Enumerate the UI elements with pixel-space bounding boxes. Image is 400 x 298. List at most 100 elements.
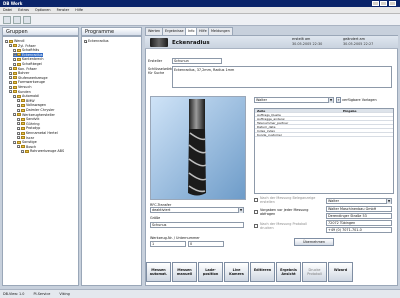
- menu-item-hilfe[interactable]: Hilfe: [75, 8, 83, 12]
- expand-icon[interactable]: −: [9, 76, 13, 80]
- tree-item[interactable]: − Kunden: [9, 90, 31, 94]
- expand-icon[interactable]: −: [13, 140, 17, 144]
- creator-field[interactable]: Schunun: [172, 58, 222, 64]
- created-label: erstellt am: [292, 37, 311, 41]
- tree-item[interactable]: − Sonstige: [13, 140, 37, 144]
- tree-item[interactable]: − Zyl. Fräser: [9, 44, 36, 48]
- rfc-select[interactable]: deaktiviert ▼: [150, 207, 244, 213]
- tree-item[interactable]: − Schaftkegel: [13, 62, 42, 66]
- result-view-button[interactable]: Ergebnis Ansicht: [276, 262, 301, 282]
- expand-icon[interactable]: −: [17, 108, 21, 112]
- expand-icon[interactable]: −: [13, 53, 17, 57]
- expand-icon[interactable]: −: [9, 85, 13, 89]
- expand-icon[interactable]: −: [17, 126, 21, 130]
- template-select[interactable]: Walter ▼: [254, 97, 334, 103]
- close-button[interactable]: [389, 1, 396, 6]
- template-add-button[interactable]: +: [336, 97, 341, 103]
- option-checkbox-protocol-create[interactable]: [254, 198, 258, 202]
- programs-panel-header: Programme: [81, 27, 142, 36]
- expand-icon[interactable]: −: [17, 136, 21, 140]
- expand-icon[interactable]: −: [13, 94, 17, 98]
- expand-icon[interactable]: −: [17, 117, 21, 121]
- expand-icon[interactable]: −: [17, 99, 21, 103]
- tree-item[interactable]: − Volkswagen: [17, 103, 46, 107]
- maximize-button[interactable]: [380, 1, 387, 6]
- tree-item[interactable]: − Versuch: [9, 85, 31, 89]
- expand-icon[interactable]: −: [17, 131, 21, 135]
- folder-icon: [17, 94, 21, 98]
- live-camera-button[interactable]: Live Kamera: [224, 262, 249, 282]
- expand-icon[interactable]: −: [9, 80, 13, 84]
- program-item[interactable]: +Eckenradius: [84, 39, 109, 43]
- expand-icon[interactable]: −: [17, 122, 21, 126]
- tree-item[interactable]: − Eckenradius: [13, 52, 43, 57]
- expand-icon[interactable]: −: [17, 145, 21, 149]
- tab-ergebnisse[interactable]: Ergebnisse: [162, 27, 187, 35]
- window-titlebar: DB Work: [0, 0, 400, 7]
- option-label: Nach der Messung Beleganzeige erstellen: [260, 196, 316, 204]
- address-phone[interactable]: +49 (0) 7071-701-0: [326, 227, 392, 233]
- tree-item[interactable]: − Bosch: [17, 145, 36, 149]
- tree-item[interactable]: − Kennametal Hertel: [17, 131, 58, 135]
- tree-item[interactable]: − Rohrwerkzeuge ABS: [21, 149, 64, 153]
- tool-number-field[interactable]: 1: [150, 241, 186, 247]
- tree-item[interactable]: − Kon. Fräser: [9, 67, 37, 71]
- address-street[interactable]: Derendinger Straße 53: [326, 213, 392, 219]
- tree-item[interactable]: − Sandvik: [17, 117, 39, 121]
- print-protocol-button[interactable]: Drucke Protokoll: [302, 262, 327, 282]
- expand-icon[interactable]: −: [13, 62, 17, 66]
- load-position-button[interactable]: Lade-position: [198, 262, 223, 282]
- tree-item[interactable]: − Kantenbrech: [13, 57, 44, 61]
- tree-item[interactable]: − Daimler Chrysler: [17, 108, 55, 112]
- tree-item[interactable]: − BMW: [17, 99, 35, 103]
- address-select[interactable]: Walter ▼: [326, 198, 392, 204]
- wizard-button[interactable]: Wizard: [328, 262, 353, 282]
- expand-icon[interactable]: −: [9, 90, 13, 94]
- tree-item[interactable]: − Gühring: [17, 122, 40, 126]
- option-label: Vorgaben vor jeder Messung abfragen: [260, 208, 309, 216]
- address-company[interactable]: Walter Maschinenbau GmbH: [326, 206, 392, 212]
- tree-item[interactable]: − Iscar: [17, 136, 34, 140]
- expand-icon[interactable]: −: [9, 71, 13, 75]
- menu-item-optionen[interactable]: Optionen: [35, 8, 51, 12]
- save-icon[interactable]: [23, 16, 31, 24]
- size-field[interactable]: Schunus: [150, 222, 244, 228]
- keywords-field[interactable]: Eckenradius, 37,2mm, Radius 1mm: [172, 66, 392, 88]
- edit-button[interactable]: Editieren: [250, 262, 275, 282]
- expand-icon[interactable]: −: [13, 57, 17, 61]
- tree-item[interactable]: − Formwerkzeuge: [9, 80, 45, 84]
- expand-icon[interactable]: −: [17, 103, 21, 107]
- tree-item[interactable]: − Werkzeughersteller: [13, 113, 55, 117]
- tree-item[interactable]: − Automobil: [13, 94, 39, 98]
- expand-icon[interactable]: −: [13, 113, 17, 117]
- menu-item-datei[interactable]: Datei: [3, 8, 12, 12]
- address-city[interactable]: 72072 Tübingen: [326, 220, 392, 226]
- menu-item-fenster[interactable]: Fenster: [57, 8, 70, 12]
- measure-auto-button[interactable]: Messen automat.: [146, 262, 171, 282]
- tab-meldungen[interactable]: Meldungen: [208, 27, 233, 35]
- tree-item[interactable]: − Prototyp: [17, 126, 40, 130]
- tab-werten[interactable]: Werten: [145, 27, 164, 35]
- measure-manual-button[interactable]: Messen manuell: [172, 262, 197, 282]
- option-checkbox-prompt[interactable]: [254, 210, 258, 214]
- expand-icon[interactable]: −: [9, 44, 13, 48]
- minimize-button[interactable]: [372, 1, 379, 6]
- expand-icon[interactable]: −: [21, 149, 25, 153]
- tool-subnumber-field[interactable]: 0: [188, 241, 224, 247]
- menu-item-extras[interactable]: Extras: [18, 8, 29, 12]
- chevron-down-icon: ▼: [238, 208, 243, 213]
- table-row[interactable]: Kunde_customer: [255, 133, 393, 137]
- tree-item[interactable]: − Bohrer: [9, 71, 29, 75]
- option-checkbox-print[interactable]: [254, 224, 258, 228]
- expand-icon[interactable]: −: [13, 48, 17, 52]
- window-title: DB Work: [3, 1, 23, 6]
- changed-value: 30.05.2005 22:27: [343, 42, 374, 46]
- new-icon[interactable]: [3, 16, 11, 24]
- tree-item[interactable]: − Schaftfräs: [13, 48, 39, 52]
- tree-item[interactable]: − Stufenwerkzeuge: [9, 76, 48, 80]
- expand-icon[interactable]: −: [9, 67, 13, 71]
- apply-button[interactable]: Übernehmen: [294, 238, 334, 246]
- tree-item[interactable]: − Wendl: [5, 39, 24, 43]
- open-icon[interactable]: [13, 16, 21, 24]
- expand-icon[interactable]: −: [5, 39, 9, 43]
